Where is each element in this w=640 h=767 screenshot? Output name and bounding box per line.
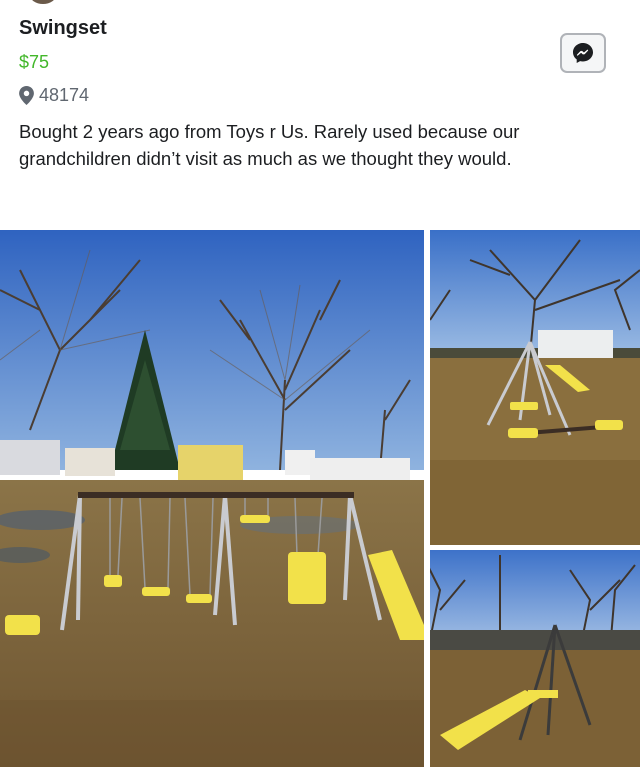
listing-title: Swingset bbox=[19, 17, 107, 39]
location-pin-icon bbox=[19, 86, 34, 105]
message-seller-button[interactable] bbox=[560, 33, 606, 73]
listing-description: Bought 2 years ago from Toys r Us. Rarel… bbox=[19, 121, 520, 169]
listing-photo-2[interactable] bbox=[430, 230, 640, 545]
listing-location: 48174 bbox=[19, 85, 89, 106]
messenger-icon bbox=[573, 43, 593, 63]
location-zip: 48174 bbox=[39, 85, 90, 105]
seller-avatar[interactable] bbox=[30, 0, 56, 4]
listing-price: $75 bbox=[19, 52, 50, 72]
listing-photo-3[interactable] bbox=[430, 550, 640, 767]
listing-photo-main[interactable] bbox=[0, 230, 424, 767]
